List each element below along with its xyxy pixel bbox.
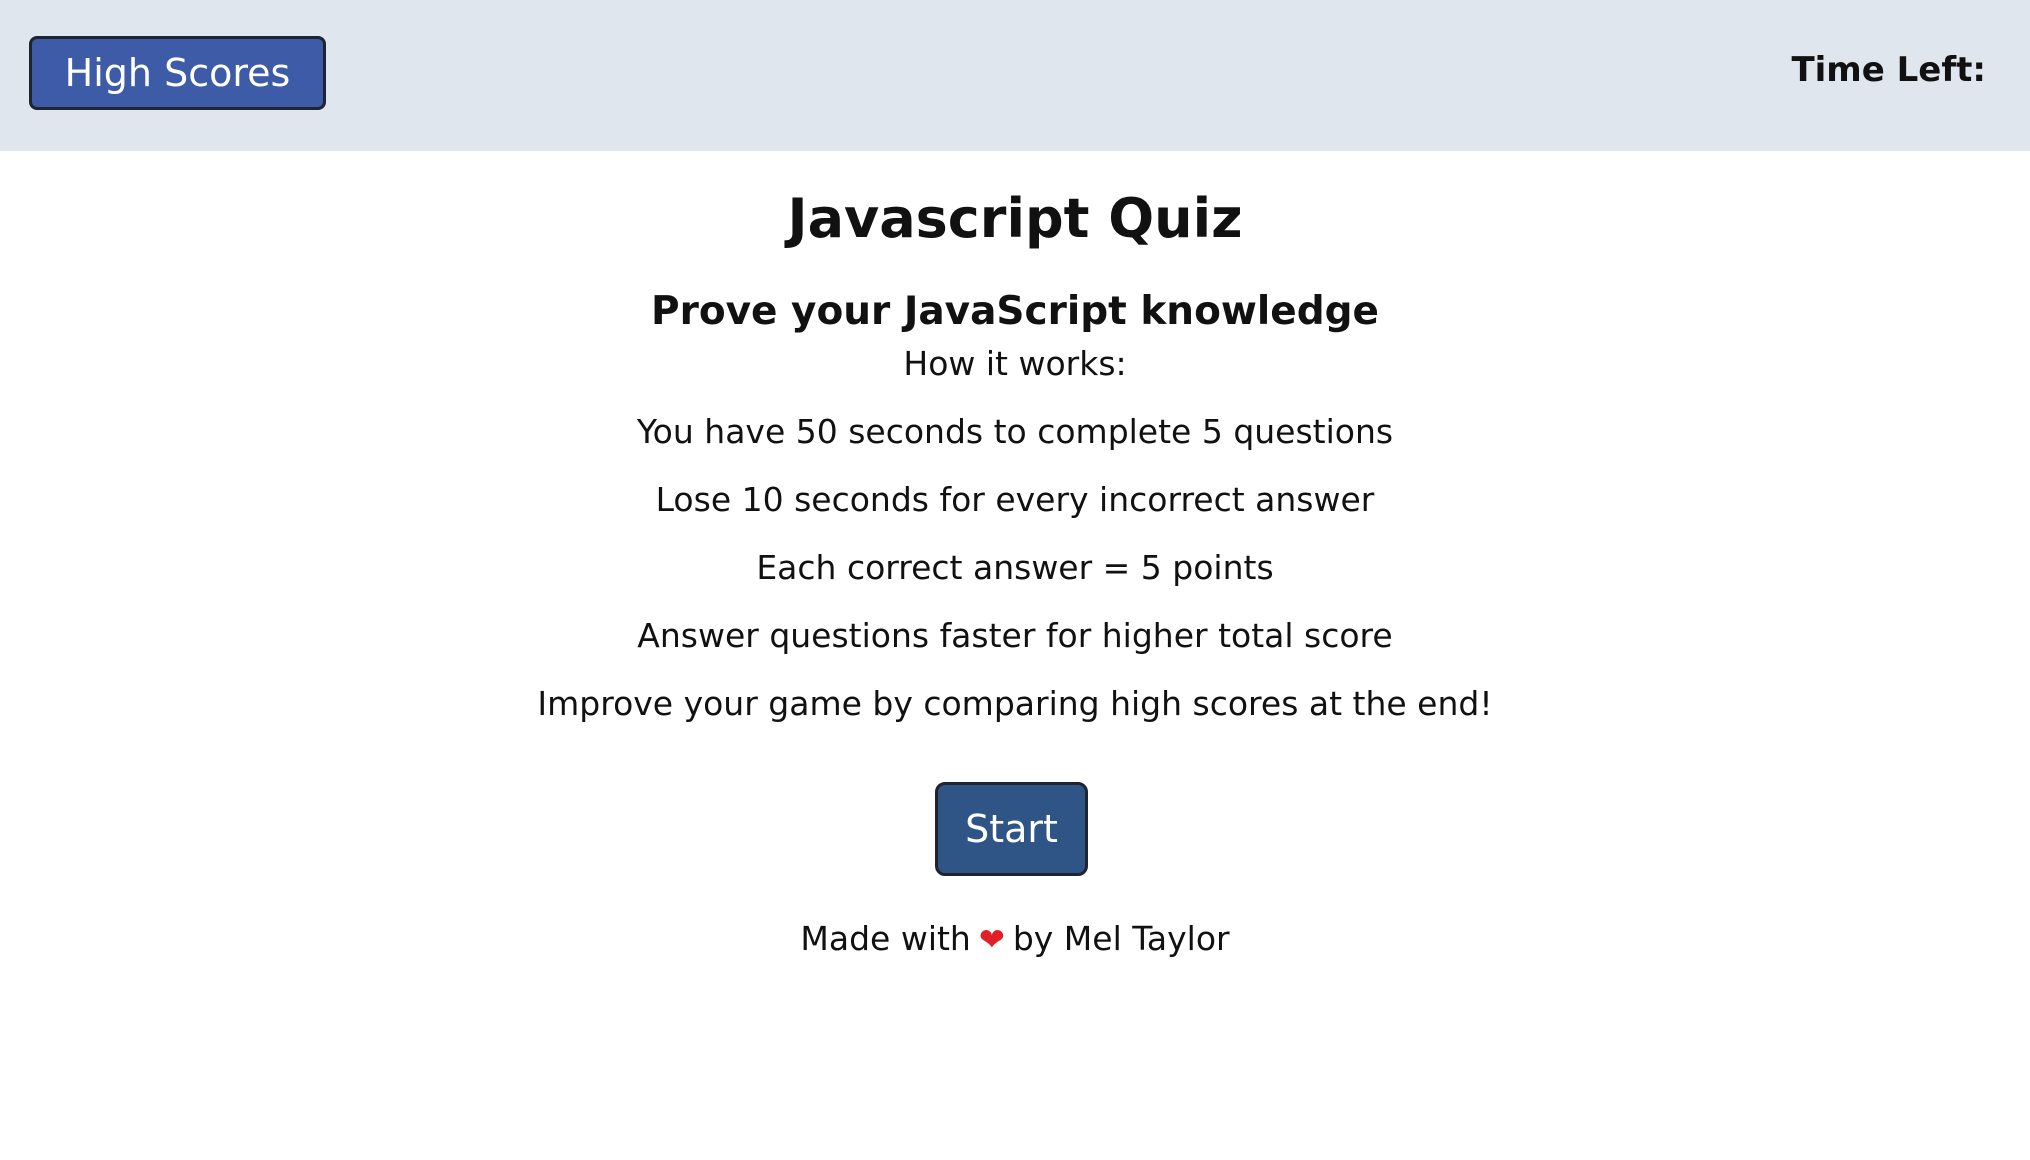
rule-item: Improve your game by comparing high scor… bbox=[537, 684, 1493, 723]
page-title: Javascript Quiz bbox=[787, 187, 1243, 250]
rule-item: Answer questions faster for higher total… bbox=[637, 616, 1393, 655]
quiz-intro: Javascript Quiz Prove your JavaScript kn… bbox=[0, 151, 2030, 1160]
high-scores-button[interactable]: High Scores bbox=[29, 36, 326, 110]
rule-item: You have 50 seconds to complete 5 questi… bbox=[636, 412, 1394, 451]
made-with-text: Made with bbox=[800, 919, 971, 958]
author-credit: by Mel Taylor bbox=[1012, 919, 1230, 958]
footer-credit: Made with ❤ by Mel Taylor bbox=[0, 919, 2030, 958]
top-bar: High Scores Time Left: bbox=[0, 0, 2030, 151]
quiz-subtitle: Prove your JavaScript knowledge bbox=[651, 289, 1379, 334]
how-it-works-label: How it works: bbox=[903, 344, 1127, 383]
start-button[interactable]: Start bbox=[935, 782, 1088, 876]
rule-item: Lose 10 seconds for every incorrect answ… bbox=[655, 480, 1375, 519]
heart-icon: ❤ bbox=[978, 922, 1005, 958]
time-left-label: Time Left: bbox=[1791, 50, 1986, 90]
rule-item: Each correct answer = 5 points bbox=[756, 548, 1274, 587]
